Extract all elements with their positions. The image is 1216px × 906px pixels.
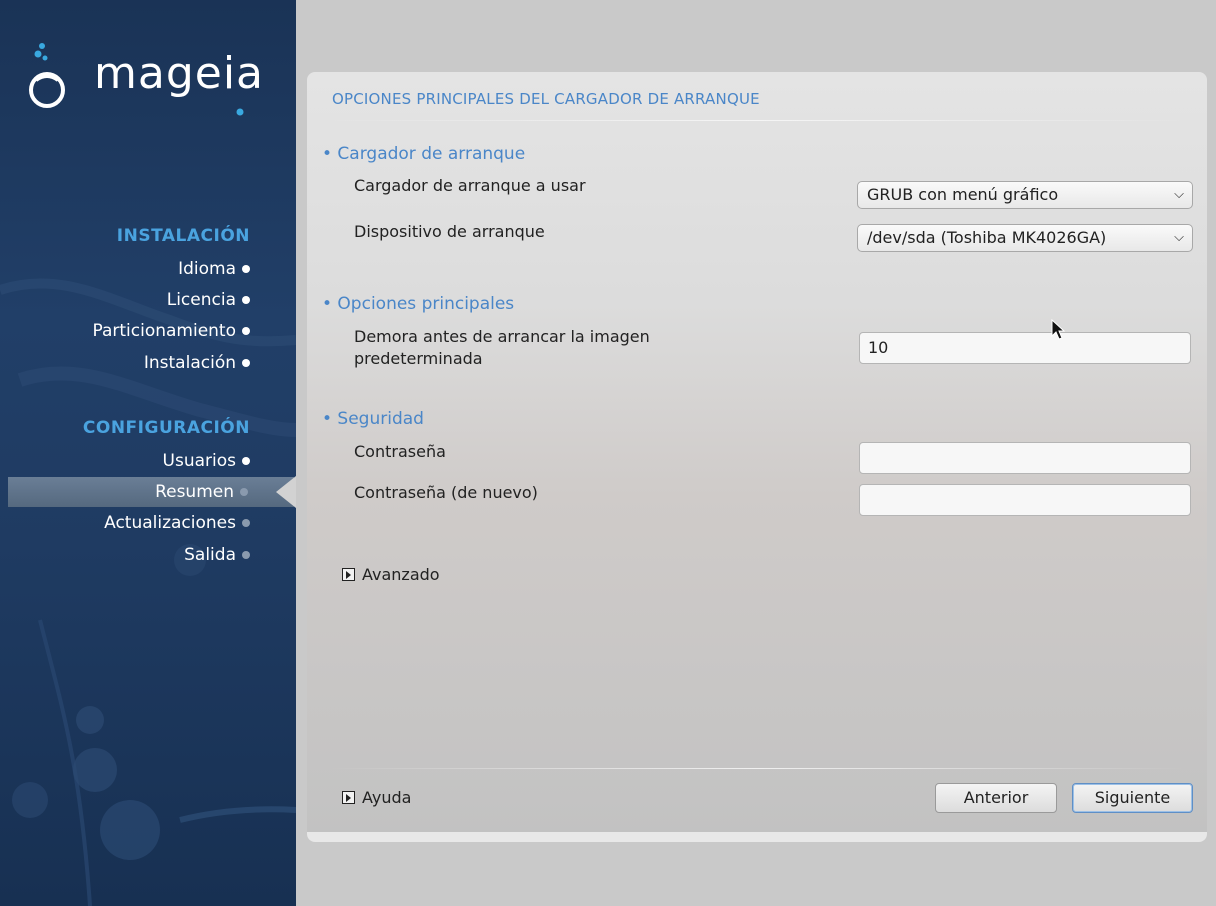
nav-item-label: Resumen (155, 482, 234, 502)
nav-item-label: Salida (184, 545, 236, 565)
password-again-label: Contraseña (de nuevo) (354, 483, 538, 502)
nav-item-particionamiento: Particionamiento (0, 316, 296, 346)
group-heading-main-options: • Opciones principales (322, 294, 515, 314)
boot-device-label: Dispositivo de arranque (354, 222, 545, 241)
footer-divider (327, 768, 1187, 769)
nav-item-actualizaciones: Actualizaciones (0, 508, 296, 538)
chevron-down-icon: ⌵ (1174, 187, 1184, 202)
boot-device-select-value: /dev/sda (Toshiba MK4026GA) (867, 228, 1107, 247)
bootloader-label: Cargador de arranque a usar (354, 176, 586, 195)
password-label: Contraseña (354, 442, 446, 461)
sidebar: mageia INSTALACIÓN Idioma Licencia Parti… (0, 0, 296, 906)
status-dot (242, 551, 250, 559)
nav-item-label: Actualizaciones (104, 513, 236, 533)
nav-item-licencia: Licencia (0, 285, 296, 315)
advanced-label: Avanzado (362, 565, 440, 584)
chevron-down-icon: ⌵ (1174, 230, 1184, 245)
boot-device-select[interactable]: /dev/sda (Toshiba MK4026GA) ⌵ (857, 224, 1193, 252)
group-heading-security: • Seguridad (322, 409, 424, 429)
nav-item-usuarios: Usuarios (0, 446, 296, 476)
section-title-instalacion: INSTALACIÓN (116, 226, 250, 246)
back-button[interactable]: Anterior (935, 783, 1057, 813)
nav-item-salida: Salida (0, 540, 296, 570)
status-dot (242, 457, 250, 465)
password-again-input[interactable] (859, 484, 1191, 516)
help-label: Ayuda (362, 788, 412, 807)
bootloader-select-value: GRUB con menú gráfico (867, 185, 1059, 204)
mageia-cauldron-icon (29, 43, 65, 108)
nav-item-instalacion: Instalación (0, 348, 296, 378)
mageia-logo: mageia (28, 38, 288, 118)
nav-item-label: Licencia (166, 290, 236, 310)
expand-arrow-icon (342, 791, 355, 804)
status-dot (242, 359, 250, 367)
nav-item-label: Idioma (178, 259, 236, 279)
nav-item-idioma: Idioma (0, 254, 296, 284)
section-title-configuracion: CONFIGURACIÓN (82, 418, 250, 438)
nav-item-label: Usuarios (162, 451, 236, 471)
page-title: OPCIONES PRINCIPALES DEL CARGADOR DE ARR… (332, 90, 760, 108)
status-dot (242, 296, 250, 304)
delay-label-line2: predeterminada (354, 349, 483, 368)
active-step-pointer (276, 476, 296, 508)
help-expander[interactable]: Ayuda (342, 788, 411, 807)
advanced-expander[interactable]: Avanzado (342, 565, 440, 584)
logo-text: mageia (94, 48, 265, 99)
next-button[interactable]: Siguiente (1072, 783, 1193, 813)
group-heading-bootloader: • Cargador de arranque (322, 144, 526, 164)
delay-input[interactable]: 10 (859, 332, 1191, 364)
status-dot (240, 488, 248, 496)
nav-item-resumen: Resumen (8, 477, 294, 507)
bootloader-options-panel: OPCIONES PRINCIPALES DEL CARGADOR DE ARR… (307, 72, 1207, 842)
nav-item-label: Instalación (143, 353, 236, 373)
panel-bottom-edge (307, 832, 1207, 842)
nav-item-label: Particionamiento (92, 321, 236, 341)
expand-arrow-icon (342, 568, 355, 581)
status-dot (242, 327, 250, 335)
title-divider (327, 120, 1187, 121)
status-dot (242, 265, 250, 273)
password-input[interactable] (859, 442, 1191, 474)
bootloader-select[interactable]: GRUB con menú gráfico ⌵ (857, 181, 1193, 209)
delay-label-line1: Demora antes de arrancar la imagen (354, 327, 650, 346)
logo-dot (236, 108, 244, 116)
status-dot (242, 519, 250, 527)
mouse-cursor-icon (1051, 319, 1066, 340)
